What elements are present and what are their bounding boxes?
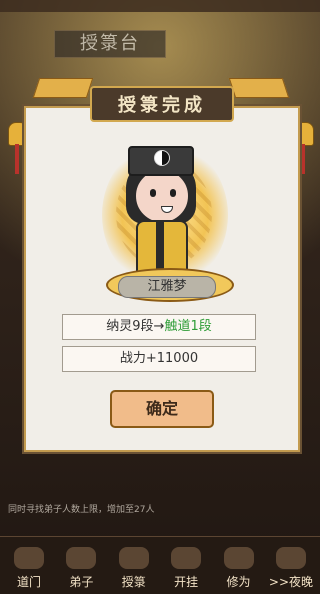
nav-item-night[interactable]: >>夜晚: [266, 540, 316, 590]
nav-label: >>夜晚: [268, 575, 314, 589]
character-name: 江雅梦: [118, 276, 216, 298]
character-eyes: [150, 189, 180, 197]
nav-item-disciples[interactable]: 弟子: [56, 540, 106, 590]
top-status-bar: [0, 0, 320, 12]
background-title: 授箓台: [54, 30, 166, 58]
nav-item-kai-gua[interactable]: 开挂: [161, 540, 211, 590]
nav-label: 道门: [16, 575, 41, 589]
right-eye: [170, 189, 176, 197]
power-row: 战力+11000: [62, 346, 256, 372]
rank-prefix: 纳灵9段: [106, 319, 154, 334]
ribbon-icon: [228, 78, 290, 98]
nav-label: 修为: [226, 575, 251, 589]
rank-result: 触道1段: [164, 319, 212, 334]
left-eye: [150, 189, 156, 197]
nav-item-dao-men[interactable]: 道门: [4, 540, 54, 590]
bottom-nav: 道门 弟子 授箓 开挂 修为 >>夜晚: [0, 536, 320, 594]
nav-label: 弟子: [69, 575, 94, 589]
dao-men-icon: [14, 547, 44, 569]
character-robe-strip: [156, 222, 164, 272]
disciples-icon: [66, 547, 97, 569]
tassel-icon: [15, 144, 19, 174]
nav-label: 授箓: [121, 575, 146, 589]
rank-arrow: →: [153, 319, 165, 334]
panel-title: 授箓完成: [90, 86, 234, 122]
xiu-wei-icon: [223, 547, 254, 569]
ribbon-icon: [32, 78, 94, 98]
rank-change-row: 纳灵9段→触道1段: [62, 314, 256, 340]
taiji-icon: [154, 150, 170, 166]
footer-text: 同时寻找弟子人数上限，增加至27人: [8, 505, 155, 515]
nav-label: 开挂: [174, 575, 199, 589]
confirm-button[interactable]: 确定: [110, 390, 214, 428]
nav-item-shou-lu[interactable]: 授箓: [109, 540, 159, 590]
nav-item-xiu-wei[interactable]: 修为: [214, 540, 264, 590]
shou-lu-icon: [118, 547, 149, 569]
night-icon: [275, 547, 306, 569]
kai-gua-icon: [171, 547, 202, 569]
